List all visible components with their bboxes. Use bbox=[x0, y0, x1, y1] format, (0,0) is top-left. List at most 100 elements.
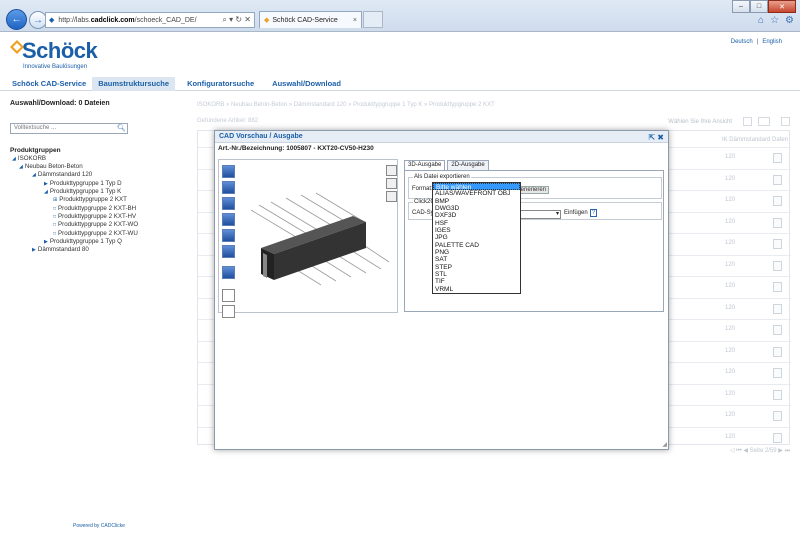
insert-button[interactable]: Einfügen bbox=[564, 210, 588, 216]
insulation-value: 120 bbox=[725, 261, 736, 268]
data-sheet-icon[interactable] bbox=[773, 325, 782, 335]
lang-deutsch-link[interactable]: Deutsch bbox=[731, 39, 753, 45]
address-tools-icon[interactable]: ⌕ ▾ ↻ ✕ bbox=[222, 15, 251, 25]
logo-text[interactable]: Schöck bbox=[22, 38, 98, 64]
expand-icon[interactable] bbox=[781, 117, 790, 126]
favorites-star-icon[interactable]: ☆ bbox=[770, 15, 779, 26]
data-sheet-icon[interactable] bbox=[773, 432, 782, 443]
settings-gear-icon[interactable]: ⚙ bbox=[785, 15, 794, 26]
view-rotate-icon[interactable] bbox=[222, 266, 235, 279]
view-front-icon[interactable] bbox=[222, 165, 235, 178]
data-sheet-icon[interactable] bbox=[773, 239, 782, 249]
nav-tree-search[interactable]: Baumstruktursuche bbox=[92, 77, 176, 91]
search-icon[interactable]: 🔍︎ bbox=[117, 124, 126, 132]
view-iso2-icon[interactable] bbox=[222, 245, 235, 258]
format-option[interactable]: BMP bbox=[433, 198, 520, 205]
tab-title: Schöck CAD-Service bbox=[272, 16, 338, 24]
back-arrow-icon[interactable]: ← bbox=[6, 9, 27, 30]
tree-item[interactable]: □ Produkttypgruppe 2 KXT-HV bbox=[53, 213, 136, 220]
breadcrumb[interactable]: ISOKORB » Neubau Beton-Beton » Dämmstand… bbox=[197, 102, 495, 108]
tree-item[interactable]: □ Produkttypgruppe 2 KXT-WO bbox=[53, 221, 138, 228]
tree-item[interactable]: ◢ ISOKORB bbox=[12, 155, 46, 162]
format-option[interactable]: IGES bbox=[433, 227, 520, 234]
pan-tool-icon[interactable] bbox=[222, 305, 235, 318]
format-option[interactable]: TIF bbox=[433, 278, 520, 285]
data-sheet-icon[interactable] bbox=[773, 153, 782, 163]
format-option[interactable]: ALIAS/WAVEFRONT OBJ bbox=[433, 190, 520, 197]
3d-preview-viewport[interactable] bbox=[218, 159, 398, 318]
format-option[interactable]: STL bbox=[433, 271, 520, 278]
data-sheet-icon[interactable] bbox=[773, 196, 782, 206]
print-icon[interactable] bbox=[386, 165, 397, 176]
help-icon[interactable]: ? bbox=[590, 209, 597, 217]
format-option[interactable]: PALETTE CAD bbox=[433, 242, 520, 249]
tree-item[interactable]: ◢ Neubau Beton-Beton bbox=[19, 163, 83, 170]
powered-by[interactable]: Powered by CADClicke bbox=[73, 523, 125, 529]
data-sheet-icon[interactable] bbox=[773, 174, 782, 185]
view-top-icon[interactable] bbox=[222, 197, 235, 210]
nav-cad-service[interactable]: Schöck CAD-Service bbox=[0, 77, 92, 91]
data-sheet-icon[interactable] bbox=[773, 368, 782, 378]
format-option[interactable]: PNG bbox=[433, 249, 520, 256]
tab-3d-output[interactable]: 3D-Ausgabe bbox=[404, 160, 446, 170]
tree-item[interactable]: ◢ Dämmstandard 120 bbox=[32, 171, 92, 178]
tree-item[interactable]: ◢ Produkttypgruppe 1 Typ K bbox=[44, 188, 121, 195]
home-icon[interactable]: ⌂ bbox=[758, 15, 764, 26]
maximize-icon[interactable]: □ bbox=[750, 0, 768, 13]
insulation-value: 120 bbox=[725, 347, 736, 354]
tab-2d-output[interactable]: 2D-Ausgabe bbox=[447, 160, 489, 170]
format-option[interactable]: DXF3D bbox=[433, 212, 520, 219]
insulation-value: 120 bbox=[725, 304, 736, 311]
tree-item[interactable]: □ Produkttypgruppe 2 KXT-WU bbox=[53, 230, 138, 237]
address-bar[interactable]: ◆ http://labs.cadclick.com/schoeck_CAD_D… bbox=[45, 12, 255, 28]
grid-view-icon[interactable] bbox=[758, 117, 770, 126]
search-input[interactable]: Volltextsuche ... bbox=[10, 123, 128, 134]
zoom-tool-icon[interactable] bbox=[222, 289, 235, 302]
pager[interactable]: ◁ ⏮ ◀ Seite 2/59 ▶ ⏭ bbox=[730, 447, 790, 455]
dialog-window-buttons[interactable]: ⇱ ✖ bbox=[648, 132, 664, 144]
view-side-icon[interactable] bbox=[222, 181, 235, 194]
nav-selection-download[interactable]: Auswahl/Download bbox=[260, 77, 347, 91]
new-tab-button[interactable] bbox=[363, 11, 383, 28]
tree-item[interactable]: ▶ Produkttypgruppe 1 Typ D bbox=[44, 180, 122, 187]
data-sheet-icon[interactable] bbox=[773, 217, 782, 228]
format-option[interactable]: HSF bbox=[433, 220, 520, 227]
data-sheet-icon[interactable] bbox=[773, 282, 782, 292]
format-option[interactable]: STEP bbox=[433, 264, 520, 271]
close-window-icon[interactable]: ✕ bbox=[768, 0, 796, 13]
tree-item[interactable]: □ Produkttypgruppe 2 KXT-BH bbox=[53, 205, 136, 212]
browser-tab[interactable]: ◆ Schöck CAD-Service × bbox=[259, 11, 362, 28]
view-back-icon[interactable] bbox=[222, 213, 235, 226]
minimize-icon[interactable]: – bbox=[732, 0, 750, 13]
screenshot-icon[interactable] bbox=[386, 178, 397, 189]
format-option[interactable]: SAT bbox=[433, 256, 520, 263]
insulation-value: 120 bbox=[725, 197, 736, 203]
product-groups-title: Produktgruppen bbox=[10, 147, 61, 154]
nav-configurator-search[interactable]: Konfiguratorsuche bbox=[175, 77, 260, 91]
language-switch: Deutsch | English bbox=[731, 39, 782, 45]
resize-grip-icon[interactable]: ◢ bbox=[662, 441, 667, 448]
data-sheet-icon[interactable] bbox=[773, 260, 782, 271]
view-iso-icon[interactable] bbox=[222, 229, 235, 242]
data-sheet-icon[interactable] bbox=[773, 411, 782, 421]
logo-subtitle: Innovative Baulösungen bbox=[23, 64, 88, 70]
format-option[interactable]: DWG3D bbox=[433, 205, 520, 212]
format-option[interactable]: JPG bbox=[433, 234, 520, 241]
side-toolbar bbox=[386, 165, 398, 204]
tree-item[interactable]: ⊞ Produkttypgruppe 2 KXT bbox=[53, 196, 127, 203]
list-view-icon[interactable] bbox=[743, 117, 752, 126]
format-dropdown-list[interactable]: Bitte wählen ALIAS/WAVEFRONT OBJ BMP DWG3D D… bbox=[432, 182, 521, 294]
data-sheet-icon[interactable] bbox=[773, 303, 782, 314]
found-articles: Gefundene Artikel: 882 bbox=[197, 118, 259, 124]
tree-item[interactable]: ▶ Dämmstandard 80 bbox=[32, 246, 89, 253]
lang-english-link[interactable]: English bbox=[762, 39, 782, 45]
data-sheet-icon[interactable] bbox=[773, 389, 782, 400]
insulation-value: 120 bbox=[725, 412, 736, 418]
close-tab-icon[interactable]: × bbox=[353, 17, 357, 24]
tree-item[interactable]: ▶ Produkttypgruppe 1 Typ Q bbox=[44, 238, 122, 245]
data-sheet-icon[interactable] bbox=[773, 346, 782, 357]
settings-icon[interactable] bbox=[386, 191, 397, 202]
insulation-value: 120 bbox=[725, 154, 736, 160]
format-option[interactable]: VRML bbox=[433, 286, 520, 293]
format-option[interactable]: Bitte wählen bbox=[433, 183, 520, 191]
